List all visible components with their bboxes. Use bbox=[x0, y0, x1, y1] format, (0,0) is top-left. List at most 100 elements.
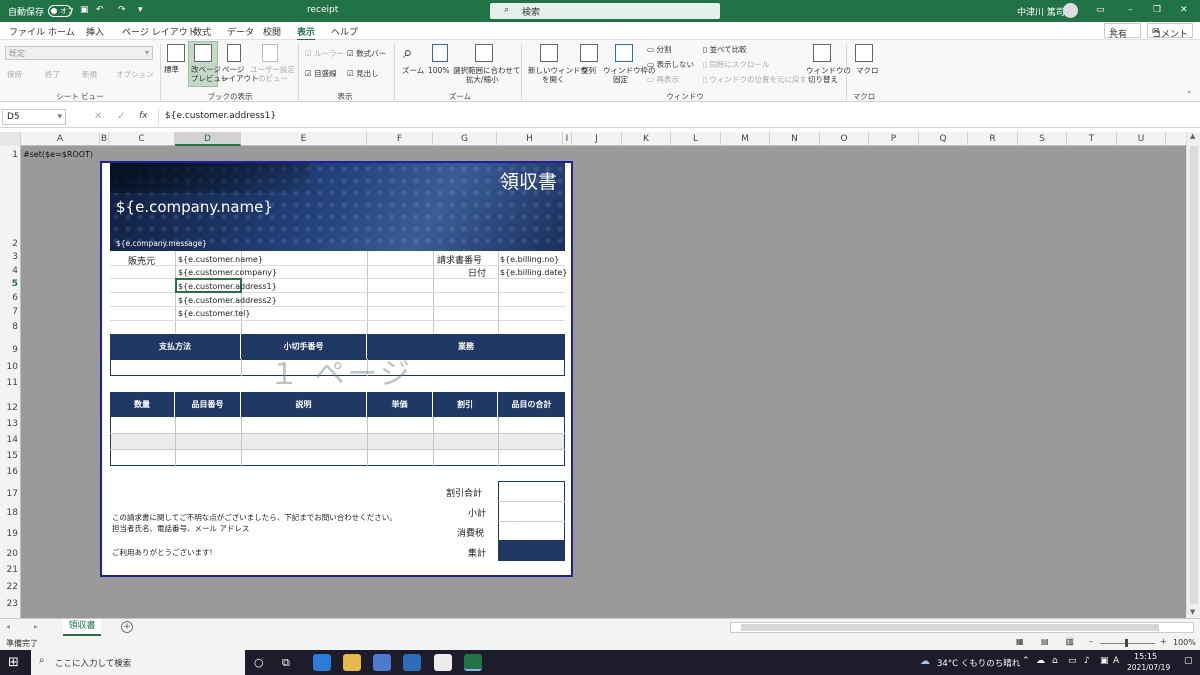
column-header[interactable]: E bbox=[241, 132, 367, 146]
row-header[interactable]: 7 bbox=[12, 307, 18, 317]
column-header[interactable]: N bbox=[770, 132, 820, 146]
taskbar-date[interactable]: 2021/07/19 bbox=[1127, 663, 1170, 672]
row-header[interactable]: 4 bbox=[12, 266, 18, 276]
view-side-by-side-button[interactable]: ▯ 並べて比較 bbox=[703, 45, 747, 54]
tray-display-icon[interactable]: ▣ bbox=[1100, 656, 1109, 666]
select-all-corner[interactable] bbox=[0, 132, 21, 146]
billing-date-cell[interactable]: ${e.billing.date} bbox=[500, 268, 567, 277]
row-header[interactable]: 8 bbox=[12, 322, 18, 332]
row-header[interactable]: 2 bbox=[12, 239, 18, 249]
column-header[interactable]: J bbox=[572, 132, 622, 146]
mail-icon[interactable] bbox=[403, 654, 421, 671]
split-button[interactable]: ▭ 分割 bbox=[647, 45, 671, 54]
zoom-out-icon[interactable]: – bbox=[1089, 637, 1093, 646]
customer-address1-cell[interactable]: ${e.customer.address1} bbox=[178, 282, 277, 291]
maximize-button[interactable]: ❐ bbox=[1153, 5, 1161, 15]
column-header[interactable]: T bbox=[1067, 132, 1117, 146]
row-header[interactable]: 11 bbox=[7, 378, 18, 388]
sheet-view-options[interactable]: オプション bbox=[116, 70, 154, 79]
unhide-button[interactable]: ▭ 再表示 bbox=[647, 75, 679, 84]
row-header-selected[interactable]: 5 bbox=[12, 279, 18, 289]
reset-window-button[interactable]: ▯ ウィンドウの位置を元に戻す bbox=[703, 75, 807, 84]
notification-icon[interactable]: ▢ bbox=[1184, 656, 1193, 666]
minimize-button[interactable]: – bbox=[1128, 5, 1133, 15]
taskbar-search[interactable]: ⌕ ここに入力して検索 bbox=[31, 650, 245, 675]
column-header[interactable]: H bbox=[497, 132, 563, 146]
row-header[interactable]: 21 bbox=[7, 565, 18, 575]
receipt-title[interactable]: 領収書 bbox=[500, 167, 557, 194]
tab-home[interactable]: ホーム bbox=[48, 25, 75, 38]
column-header[interactable]: R bbox=[968, 132, 1018, 146]
thanks-note[interactable]: ご利用ありがとうございます! bbox=[112, 547, 213, 558]
date-label[interactable]: 日付 bbox=[468, 266, 486, 279]
column-header[interactable]: Q bbox=[919, 132, 968, 146]
formula-bar-checkbox[interactable]: ☑ 数式バー bbox=[347, 49, 386, 58]
total-label[interactable]: 集計 bbox=[468, 546, 486, 559]
row-header[interactable]: 23 bbox=[7, 599, 18, 609]
scroll-thumb[interactable] bbox=[1190, 146, 1198, 604]
weather-text[interactable]: 34°C くもりのち晴れ bbox=[937, 657, 1020, 669]
row-header[interactable]: 22 bbox=[7, 582, 18, 592]
macro-button[interactable]: マクロ bbox=[856, 66, 879, 75]
customer-address2-cell[interactable]: ${e.customer.address2} bbox=[178, 296, 277, 305]
collapse-ribbon-icon[interactable]: ⌃ bbox=[1186, 90, 1193, 99]
column-header[interactable]: L bbox=[671, 132, 721, 146]
enter-icon[interactable]: ✓ bbox=[117, 111, 125, 122]
ribbon-display-icon[interactable]: ▭ bbox=[1096, 5, 1105, 15]
column-header[interactable]: F bbox=[367, 132, 433, 146]
ruler-checkbox[interactable]: ☑ ルーラー bbox=[305, 49, 344, 58]
tax-label[interactable]: 消費税 bbox=[457, 526, 484, 539]
tray-battery-icon[interactable]: ▭ bbox=[1068, 656, 1077, 666]
subtotal-label[interactable]: 小計 bbox=[468, 506, 486, 519]
arrange-button[interactable]: 整列 bbox=[581, 66, 596, 75]
page-break-status-icon[interactable]: ▥ bbox=[1066, 637, 1074, 646]
headings-checkbox[interactable]: ☑ 見出し bbox=[347, 69, 379, 78]
store-icon[interactable] bbox=[373, 654, 391, 671]
name-box[interactable]: D5 ▾ bbox=[2, 109, 66, 125]
zoom-in-icon[interactable]: + bbox=[1160, 637, 1167, 646]
tray-volume-icon[interactable]: ♪ bbox=[1084, 656, 1090, 666]
sync-scroll-button[interactable]: ▯ 同時にスクロール bbox=[703, 60, 770, 69]
company-message[interactable]: ${e.company.message} bbox=[116, 239, 207, 248]
item-header[interactable]: 品目の合計 bbox=[498, 392, 565, 417]
company-name[interactable]: ${e.company.name} bbox=[116, 198, 273, 216]
autosave-toggle[interactable]: オフ bbox=[48, 5, 74, 17]
print-page[interactable]: 領収書 ${e.company.name} ${e.company.messag… bbox=[100, 161, 573, 577]
tab-formulas[interactable]: 数式 bbox=[193, 25, 211, 38]
sheet-view-new[interactable]: 新規 bbox=[82, 70, 97, 79]
row-header[interactable]: 16 bbox=[7, 467, 18, 477]
tab-insert[interactable]: 挿入 bbox=[86, 25, 104, 38]
column-header[interactable]: A bbox=[21, 132, 100, 146]
switch-window-button[interactable]: ウィンドウの bbox=[806, 66, 851, 75]
share-button[interactable]: ⇪ 共有 bbox=[1104, 23, 1141, 40]
row-header[interactable]: 14 bbox=[7, 435, 18, 445]
insert-function-icon[interactable]: fx bbox=[139, 111, 148, 121]
edge-icon[interactable] bbox=[313, 654, 331, 671]
row-header[interactable]: 15 bbox=[7, 451, 18, 461]
cancel-icon[interactable]: ✕ bbox=[94, 111, 102, 122]
zoom-100-button[interactable]: 100% bbox=[428, 66, 449, 75]
item-header[interactable]: 割引 bbox=[433, 392, 498, 417]
zoom-slider-thumb[interactable] bbox=[1125, 639, 1128, 647]
sheet-view-exit[interactable]: 終了 bbox=[45, 70, 60, 79]
discount-total-label[interactable]: 割引合計 bbox=[446, 486, 482, 499]
zoom-to-selection-button[interactable]: 選択範囲に合わせて bbox=[453, 66, 521, 75]
add-sheet-button[interactable]: + bbox=[121, 621, 133, 633]
row-header[interactable]: 3 bbox=[12, 252, 18, 262]
hide-button[interactable]: ▭ 表示しない bbox=[647, 60, 694, 69]
contact-note[interactable]: この請求書に関してご不明な点がございましたら、下記までお問い合わせください。 bbox=[112, 512, 397, 523]
cell-a1[interactable]: #set($e=$ROOT) bbox=[23, 150, 93, 159]
horizontal-scrollbar[interactable] bbox=[730, 622, 1194, 633]
totals-box[interactable] bbox=[498, 481, 565, 541]
tab-view[interactable]: 表示 bbox=[297, 25, 316, 41]
row-header[interactable]: 17 bbox=[7, 489, 18, 499]
sheet-view-dropdown[interactable]: 既定 ▾ bbox=[5, 46, 153, 60]
tab-review[interactable]: 校閲 bbox=[263, 25, 281, 38]
sheet-tab-receipt[interactable]: 領収書 bbox=[63, 619, 101, 636]
customer-tel-cell[interactable]: ${e.customer.tel} bbox=[178, 309, 251, 318]
ime-indicator[interactable]: A bbox=[1113, 656, 1119, 666]
sheet-view-keep[interactable]: 保持 bbox=[7, 70, 22, 79]
column-header[interactable]: I bbox=[563, 132, 572, 146]
column-header[interactable]: U bbox=[1117, 132, 1166, 146]
contact-details[interactable]: 担当者氏名、電話番号、メール アドレス bbox=[112, 523, 249, 534]
